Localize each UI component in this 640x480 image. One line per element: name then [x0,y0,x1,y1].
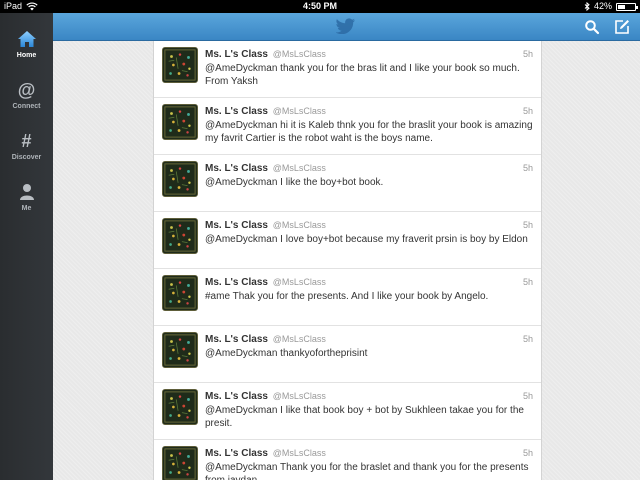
at-icon: @ [17,80,36,100]
tweet-header: Ms. L's Class @MsLsClass 5h [205,390,533,402]
top-bar [53,13,640,41]
twitter-bird-icon [336,18,355,34]
battery-icon [616,2,638,11]
battery-fill [618,4,625,9]
tweet-header: Ms. L's Class @MsLsClass 5h [205,447,533,459]
compose-button[interactable] [614,19,630,35]
tweet-author-handle: @MsLsClass [272,49,326,59]
tweet-text: #ame Thak you for the presents. And I li… [205,291,489,302]
avatar[interactable] [162,332,198,368]
tweet-text: @AmeDyckman hi it is Kaleb thnk you for … [205,120,533,144]
tweet-timestamp: 5h [522,334,533,344]
tweet-author-handle: @MsLsClass [272,106,326,116]
avatar[interactable] [162,47,198,83]
avatar[interactable] [162,104,198,140]
tweet-author-handle: @MsLsClass [272,334,326,344]
tweet-header: Ms. L's Class @MsLsClass 5h [205,48,533,60]
main-content: Ms. L's Class @MsLsClass 5h @AmeDyckman … [53,41,640,480]
sidebar-item-me[interactable]: Me [0,171,53,222]
hash-icon: # [21,131,32,151]
tweet-author-handle: @MsLsClass [272,163,326,173]
tweet[interactable]: Ms. L's Class @MsLsClass 5h @AmeDyckman … [154,383,541,440]
tweet-text: @AmeDyckman Thank you for the braslet an… [205,462,529,480]
tweet[interactable]: Ms. L's Class @MsLsClass 5h @AmeDyckman … [154,98,541,155]
tweet-header: Ms. L's Class @MsLsClass 5h [205,219,533,231]
sidebar-item-discover[interactable]: # Discover [0,120,53,171]
tweet-timestamp: 5h [522,220,533,230]
tweet-author-name[interactable]: Ms. L's Class [205,391,268,402]
tweet-author-handle: @MsLsClass [272,448,326,458]
tweet-timestamp: 5h [522,163,533,173]
tweet[interactable]: Ms. L's Class @MsLsClass 5h @AmeDyckman … [154,155,541,212]
tweet[interactable]: Ms. L's Class @MsLsClass 5h @AmeDyckman … [154,440,541,480]
sidebar-item-connect[interactable]: @ Connect [0,69,53,120]
clock: 4:50 PM [302,1,337,11]
tweet-header: Ms. L's Class @MsLsClass 5h [205,276,533,288]
sidebar-item-label: Discover [11,154,42,161]
battery-percent: 42% [593,1,612,11]
tweet-timestamp: 5h [522,49,533,59]
tweet-author-name[interactable]: Ms. L's Class [205,49,268,60]
tweet[interactable]: Ms. L's Class @MsLsClass 5h @AmeDyckman … [154,41,541,98]
tweet-author-name[interactable]: Ms. L's Class [205,163,268,174]
sidebar-item-home[interactable]: Home [0,18,53,69]
search-button[interactable] [584,19,600,35]
avatar[interactable] [162,446,198,480]
tweet-timestamp: 5h [522,391,533,401]
tweet-timestamp: 5h [522,448,533,458]
tweet-author-handle: @MsLsClass [272,220,326,230]
tweet[interactable]: Ms. L's Class @MsLsClass 5h @AmeDyckman … [154,326,541,383]
tweet-text: @AmeDyckman thankyofortheprisint [205,348,368,359]
avatar[interactable] [162,389,198,425]
tweet-timestamp: 5h [522,277,533,287]
sidebar-item-label: Connect [12,103,41,110]
bluetooth-icon [584,2,590,11]
tweet-author-name[interactable]: Ms. L's Class [205,106,268,117]
timeline[interactable]: Ms. L's Class @MsLsClass 5h @AmeDyckman … [153,41,542,480]
avatar[interactable] [162,161,198,197]
home-icon [17,28,37,50]
status-right: 42% [584,0,638,13]
tweet-author-name[interactable]: Ms. L's Class [205,448,268,459]
avatar[interactable] [162,275,198,311]
tweet-author-name[interactable]: Ms. L's Class [205,277,268,288]
tweet-text: @AmeDyckman thank you for the bras lit a… [205,63,520,87]
status-bar: iPad 4:50 PM 42% [0,0,640,13]
tweet-header: Ms. L's Class @MsLsClass 5h [205,162,533,174]
tweet[interactable]: Ms. L's Class @MsLsClass 5h #ame Thak yo… [154,269,541,326]
search-icon [585,20,600,35]
sidebar-item-label: Home [16,52,37,59]
compose-icon [615,20,629,34]
person-icon [19,181,35,203]
tweet[interactable]: Ms. L's Class @MsLsClass 5h @AmeDyckman … [154,212,541,269]
tweet-author-handle: @MsLsClass [272,391,326,401]
tweet-author-handle: @MsLsClass [272,277,326,287]
tweet-text: @AmeDyckman I love boy+bot because my fr… [205,234,528,245]
tweet-text: @AmeDyckman I like the boy+bot book. [205,177,384,188]
tweet-header: Ms. L's Class @MsLsClass 5h [205,105,533,117]
sidebar: Home @ Connect # Discover Me [0,13,53,480]
tweet-timestamp: 5h [522,106,533,116]
tweet-header: Ms. L's Class @MsLsClass 5h [205,333,533,345]
tweet-author-name[interactable]: Ms. L's Class [205,334,268,345]
avatar[interactable] [162,218,198,254]
sidebar-item-label: Me [21,205,32,212]
tweet-text: @AmeDyckman I like that book boy + bot b… [205,405,524,429]
tweet-author-name[interactable]: Ms. L's Class [205,220,268,231]
